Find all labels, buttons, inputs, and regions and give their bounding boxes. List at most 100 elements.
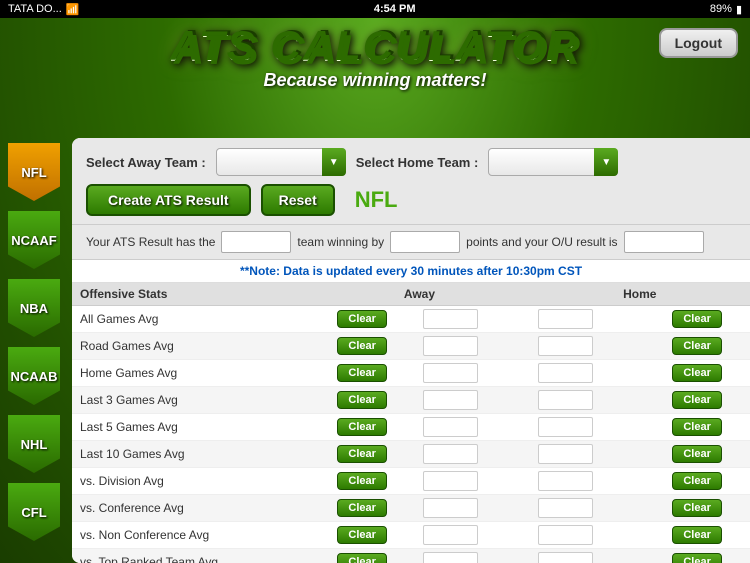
away-value-input[interactable]	[423, 309, 478, 329]
sidebar-item-ncaaf[interactable]: NCAAF	[0, 206, 68, 274]
away-clear-cell: Clear	[309, 387, 415, 414]
away-value-input[interactable]	[423, 525, 478, 545]
create-ats-button[interactable]: Create ATS Result	[86, 184, 251, 216]
away-team-select-wrapper[interactable]: ▼	[216, 148, 346, 176]
home-value-input[interactable]	[538, 552, 593, 563]
away-value-cell	[415, 414, 530, 441]
home-clear-button[interactable]: Clear	[672, 391, 722, 409]
home-team-select-wrapper[interactable]: ▼	[488, 148, 618, 176]
away-value-input[interactable]	[423, 363, 478, 383]
stat-label: Last 3 Games Avg	[72, 387, 309, 414]
away-clear-cell: Clear	[309, 333, 415, 360]
result-prefix: Your ATS Result has the	[86, 235, 215, 249]
table-row: vs. Top Ranked Team Avg Clear Clear	[72, 549, 750, 563]
home-clear-cell: Clear	[644, 549, 750, 563]
app-subtitle: Because winning matters!	[0, 70, 750, 91]
battery-icon: ▮	[736, 3, 742, 16]
team-select-row: Select Away Team : ▼ Select Home Team : …	[86, 148, 736, 176]
away-value-input[interactable]	[423, 390, 478, 410]
away-value-input[interactable]	[423, 498, 478, 518]
home-value-input[interactable]	[538, 417, 593, 437]
stats-table-wrapper[interactable]: Offensive Stats Away Home All Games Avg …	[72, 283, 750, 563]
action-row: Create ATS Result Reset NFL	[86, 184, 736, 216]
home-clear-cell: Clear	[644, 468, 750, 495]
home-value-input[interactable]	[538, 363, 593, 383]
home-clear-button[interactable]: Clear	[672, 310, 722, 328]
table-row: Road Games Avg Clear Clear	[72, 333, 750, 360]
home-value-input[interactable]	[538, 444, 593, 464]
stat-label: Home Games Avg	[72, 360, 309, 387]
away-clear-button[interactable]: Clear	[337, 310, 387, 328]
home-clear-button[interactable]: Clear	[672, 499, 722, 517]
away-value-input[interactable]	[423, 444, 478, 464]
stat-label: All Games Avg	[72, 306, 309, 333]
away-value-input[interactable]	[423, 336, 478, 356]
away-clear-button[interactable]: Clear	[337, 526, 387, 544]
home-value-input[interactable]	[538, 309, 593, 329]
away-value-cell	[415, 387, 530, 414]
home-value-input[interactable]	[538, 525, 593, 545]
home-clear-cell: Clear	[644, 360, 750, 387]
sidebar-item-cfl[interactable]: CFL	[0, 478, 68, 546]
home-value-cell	[530, 306, 645, 333]
cfl-shield: CFL	[8, 483, 60, 541]
nhl-shield: NHL	[8, 415, 60, 473]
home-clear-cell: Clear	[644, 414, 750, 441]
home-team-select[interactable]	[488, 148, 618, 176]
sidebar-item-nhl[interactable]: NHL	[0, 410, 68, 478]
home-clear-button[interactable]: Clear	[672, 364, 722, 382]
away-value-cell	[415, 522, 530, 549]
home-clear-cell: Clear	[644, 306, 750, 333]
result-row: Your ATS Result has the team winning by …	[72, 225, 750, 260]
home-value-input[interactable]	[538, 498, 593, 518]
home-clear-cell: Clear	[644, 387, 750, 414]
stat-label: vs. Top Ranked Team Avg	[72, 549, 309, 563]
away-clear-button[interactable]: Clear	[337, 472, 387, 490]
app-title: ATS CALCULATOR	[171, 26, 579, 68]
away-clear-button[interactable]: Clear	[337, 364, 387, 382]
away-value-input[interactable]	[423, 471, 478, 491]
away-clear-button[interactable]: Clear	[337, 337, 387, 355]
away-team-select[interactable]	[216, 148, 346, 176]
away-clear-cell: Clear	[309, 441, 415, 468]
sidebar-item-nfl[interactable]: NFL	[0, 138, 68, 206]
away-value-input[interactable]	[423, 552, 478, 563]
home-clear-button[interactable]: Clear	[672, 418, 722, 436]
logout-button[interactable]: Logout	[659, 28, 738, 58]
home-value-cell	[530, 333, 645, 360]
away-clear-button[interactable]: Clear	[337, 553, 387, 563]
away-value-cell	[415, 549, 530, 563]
stat-label: Last 10 Games Avg	[72, 441, 309, 468]
home-value-input[interactable]	[538, 471, 593, 491]
result-middle2: points and your O/U result is	[466, 235, 617, 249]
away-clear-cell: Clear	[309, 495, 415, 522]
result-ou-input[interactable]	[624, 231, 704, 253]
home-clear-button[interactable]: Clear	[672, 526, 722, 544]
sidebar-item-ncaab[interactable]: NCAAB	[0, 342, 68, 410]
header-away: Away	[309, 283, 529, 306]
result-team-input[interactable]	[221, 231, 291, 253]
top-controls: Select Away Team : ▼ Select Home Team : …	[72, 138, 750, 225]
away-value-input[interactable]	[423, 417, 478, 437]
home-clear-cell: Clear	[644, 522, 750, 549]
home-clear-button[interactable]: Clear	[672, 553, 722, 563]
away-clear-button[interactable]: Clear	[337, 418, 387, 436]
home-value-input[interactable]	[538, 336, 593, 356]
sidebar: NFL NCAAF NBA NCAAB NHL CFL	[0, 138, 68, 546]
table-row: Last 3 Games Avg Clear Clear	[72, 387, 750, 414]
away-team-label: Select Away Team :	[86, 155, 206, 170]
home-value-cell	[530, 468, 645, 495]
home-clear-button[interactable]: Clear	[672, 472, 722, 490]
result-points-input[interactable]	[390, 231, 460, 253]
away-clear-button[interactable]: Clear	[337, 445, 387, 463]
away-clear-button[interactable]: Clear	[337, 499, 387, 517]
away-clear-button[interactable]: Clear	[337, 391, 387, 409]
sidebar-item-nba[interactable]: NBA	[0, 274, 68, 342]
home-clear-cell: Clear	[644, 441, 750, 468]
home-clear-button[interactable]: Clear	[672, 445, 722, 463]
away-value-cell	[415, 333, 530, 360]
away-value-cell	[415, 360, 530, 387]
home-clear-button[interactable]: Clear	[672, 337, 722, 355]
home-value-input[interactable]	[538, 390, 593, 410]
reset-button[interactable]: Reset	[261, 184, 335, 216]
